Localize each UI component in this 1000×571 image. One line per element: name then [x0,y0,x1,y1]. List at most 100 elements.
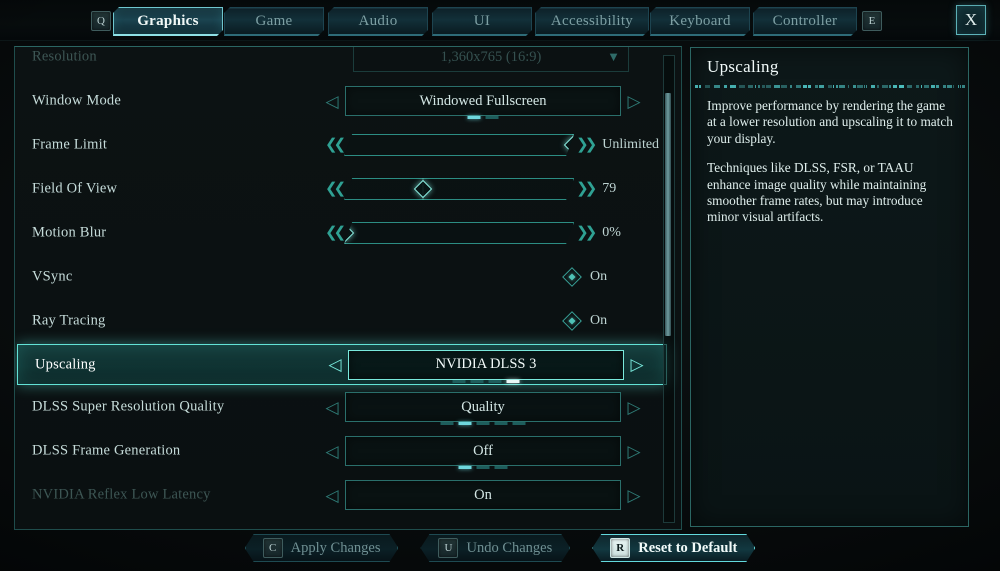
double-chevron-left-icon[interactable]: ❮❮ [325,226,342,241]
slider-track-frame-limit[interactable] [344,134,574,156]
setting-row-ray-tracing[interactable]: Ray Tracing On [15,299,681,343]
selector-box-dlss-frame-generation[interactable]: Off [345,436,621,466]
info-panel: Upscaling Improve performance by renderi… [690,47,969,527]
tab-audio-label: Audio [359,13,398,30]
double-chevron-right-icon[interactable]: ❯❯ [576,182,593,197]
tab-controller[interactable]: Controller [753,7,857,36]
selector-window-mode: ◁ Windowed Fullscreen ▷ [323,86,643,116]
setting-row-upscaling[interactable]: Upscaling ◁ NVIDIA DLSS 3 ▷ [17,344,667,385]
setting-row-nvidia-reflex-low-latency[interactable]: NVIDIA Reflex Low Latency ◁ On ▷ [15,473,681,517]
chevron-left-icon[interactable]: ◁ [323,397,341,417]
chevron-right-icon[interactable]: ▷ [625,397,643,417]
settings-scrollbar-thumb[interactable] [665,93,671,335]
slider-motion-blur[interactable]: ❮❮ ❯❯ 0% [325,222,621,244]
setting-label-motion-blur: Motion Blur [32,225,106,242]
setting-row-frame-limit[interactable]: Frame Limit ❮❮ ❯❯ Unlimited [15,123,681,167]
checkbox-ray-tracing[interactable]: On [563,312,607,330]
slider-field-of-view[interactable]: ❮❮ ❯❯ 79 [325,178,616,200]
tab-game-label: Game [255,13,292,30]
slider-frame-limit[interactable]: ❮❮ ❯❯ Unlimited [325,134,659,156]
chevron-left-icon[interactable]: ◁ [323,91,341,111]
selector-nvidia-reflex-low-latency: ◁ On ▷ [323,480,643,510]
chevron-left-icon[interactable]: ◁ [326,355,344,375]
double-chevron-right-icon[interactable]: ❯❯ [576,138,593,153]
setting-row-dlss-frame-generation[interactable]: DLSS Frame Generation ◁ Off ▷ [15,429,681,473]
setting-row-motion-blur[interactable]: Motion Blur ❮❮ ❯❯ 0% [15,211,681,255]
setting-row-window-mode[interactable]: Window Mode ◁ Windowed Fullscreen ▷ [15,79,681,123]
double-chevron-right-icon[interactable]: ❯❯ [576,226,593,241]
page-indicator-dot [507,380,520,383]
setting-row-vsync[interactable]: VSync On [15,255,681,299]
setting-label-ray-tracing: Ray Tracing [32,313,106,330]
chevron-left-icon[interactable]: ◁ [323,441,341,461]
action-button-undo-changes[interactable]: U Undo Changes [420,534,570,562]
tab-accessibility-label: Accessibility [551,13,633,30]
chevron-right-icon[interactable]: ▷ [625,485,643,505]
chevron-right-icon[interactable]: ▷ [628,355,646,375]
slider-thumb-glow [345,217,346,249]
chevron-left-icon[interactable]: ◁ [323,485,341,505]
dropdown-value-resolution: 1,360x765 (16:9) [441,49,542,66]
page-indicator-dot [477,466,490,469]
page-indicator-dot [513,422,526,425]
tab-controller-label: Controller [773,13,838,30]
chevron-right-icon[interactable]: ▷ [625,91,643,111]
setting-row-resolution[interactable]: Resolution 1,360x765 (16:9) ▼ [15,46,681,79]
selector-box-dlss-super-resolution-quality[interactable]: Quality [345,392,621,422]
settings-list-panel: Resolution 1,360x765 (16:9) ▼ Window Mode ◁ W… [14,46,682,530]
settings-scrollbar-track[interactable] [663,55,675,523]
chevron-down-icon: ▼ [607,49,620,65]
slider-track-field-of-view[interactable] [344,178,574,200]
page-indicator [459,466,508,469]
selector-dlss-super-resolution-quality: ◁ Quality ▷ [323,392,643,422]
dropdown-resolution[interactable]: 1,360x765 (16:9) ▼ [353,46,629,72]
double-chevron-left-icon[interactable]: ❮❮ [325,182,342,197]
slider-thumb-diamond [413,180,431,198]
setting-label-upscaling: Upscaling [35,356,96,373]
slider-thumb-field-of-view[interactable] [413,179,433,199]
action-button-apply-changes[interactable]: C Apply Changes [245,534,399,562]
chevron-right-icon[interactable]: ▷ [625,441,643,461]
setting-row-field-of-view[interactable]: Field Of View ❮❮ ❯❯ 79 [15,167,681,211]
info-panel-title: Upscaling [707,57,779,77]
page-indicator [468,116,499,119]
tab-ui[interactable]: UI [432,7,532,36]
tab-accessibility[interactable]: Accessibility [535,7,649,36]
tab-graphics[interactable]: Graphics [113,7,223,36]
tab-audio[interactable]: Audio [328,7,428,36]
selector-upscaling: ◁ NVIDIA DLSS 3 ▷ [326,350,646,380]
selector-value-dlss-super-resolution-quality: Quality [461,399,505,416]
selector-box-upscaling[interactable]: NVIDIA DLSS 3 [348,350,624,380]
info-paragraph: Techniques like DLSS, FSR, or TAAU enhan… [707,160,955,226]
action-button-reset-to-default[interactable]: R Reset to Default [592,534,755,562]
selector-dlss-frame-generation: ◁ Off ▷ [323,436,643,466]
page-indicator-dot [468,116,481,119]
checkbox-value-vsync: On [590,269,607,285]
selector-box-window-mode[interactable]: Windowed Fullscreen [345,86,621,116]
tab-game[interactable]: Game [224,7,324,36]
setting-label-nvidia-reflex-low-latency: NVIDIA Reflex Low Latency [32,487,211,504]
tab-graphics-label: Graphics [137,13,199,30]
setting-label-dlss-frame-generation: DLSS Frame Generation [32,443,180,460]
double-chevron-left-icon[interactable]: ❮❮ [325,138,342,153]
page-indicator-dot [489,380,502,383]
diamond-check-icon [563,312,581,330]
tab-keyboard-label: Keyboard [669,13,731,30]
next-tab-key-badge[interactable]: E [862,11,882,31]
setting-label-dlss-super-resolution-quality: DLSS Super Resolution Quality [32,399,224,416]
setting-label-window-mode: Window Mode [32,93,121,110]
selector-box-nvidia-reflex-low-latency[interactable]: On [345,480,621,510]
info-panel-body: Improve performance by rendering the gam… [707,98,955,239]
setting-row-dlss-super-resolution-quality[interactable]: DLSS Super Resolution Quality ◁ Quality ▷ [15,385,681,429]
slider-track-motion-blur[interactable] [344,222,574,244]
checkbox-vsync[interactable]: On [563,268,607,286]
selector-value-upscaling: NVIDIA DLSS 3 [436,356,537,373]
tab-ui-label: UI [474,13,490,30]
close-button[interactable]: X [956,5,986,35]
action-bar: C Apply Changes U Undo Changes R Reset to Def… [0,533,1000,563]
setting-label-vsync: VSync [32,269,72,286]
tab-bar: Q E Graphics Game Audio UI Accessibility… [0,0,1000,41]
tab-keyboard[interactable]: Keyboard [650,7,750,36]
key-badge-apply-changes: C [263,538,283,558]
prev-tab-key-badge[interactable]: Q [91,11,111,31]
